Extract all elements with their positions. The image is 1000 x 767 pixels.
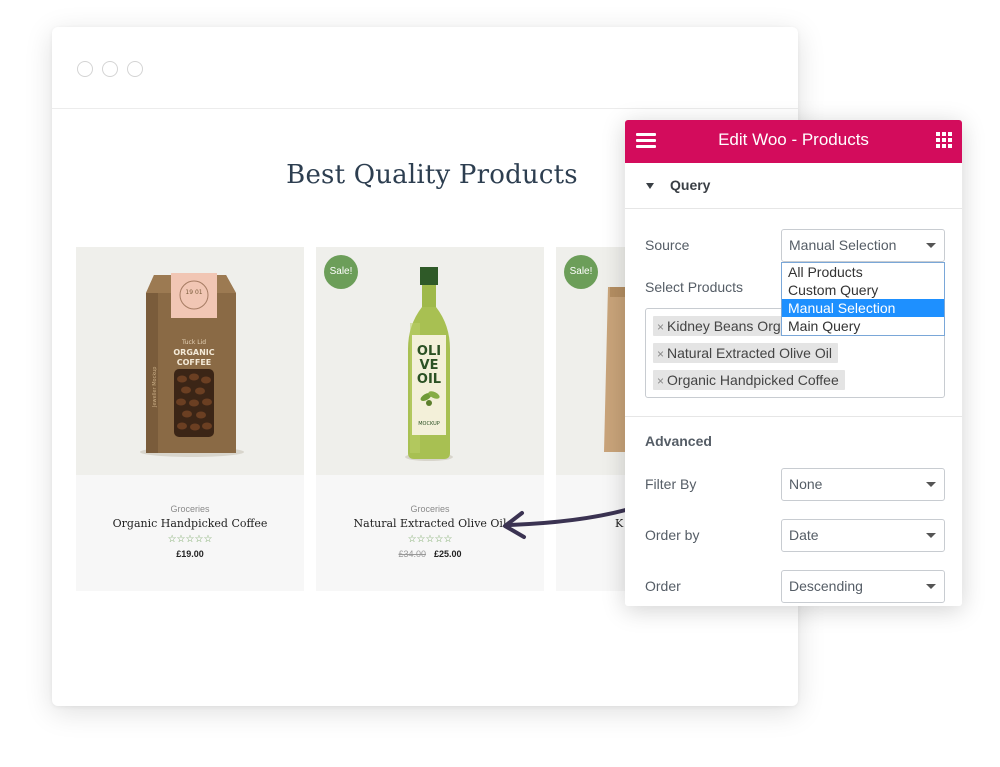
caret-down-icon xyxy=(646,183,654,189)
window-control-dot[interactable] xyxy=(102,61,118,77)
svg-text:Tuck Lid: Tuck Lid xyxy=(181,339,206,346)
product-price: £19.00 xyxy=(176,549,204,559)
panel-header: Edit Woo - Products xyxy=(625,120,962,163)
filter-by-label: Filter By xyxy=(645,476,697,492)
svg-text:OLI: OLI xyxy=(417,344,441,359)
sale-badge: Sale! xyxy=(324,255,358,289)
browser-toolbar xyxy=(52,27,798,109)
query-section-toggle[interactable]: Query xyxy=(625,163,962,209)
product-card[interactable]: OLI VE OIL MOCKUP Sale! Groceries Natura… xyxy=(316,247,544,591)
dropdown-option-selected[interactable]: Manual Selection xyxy=(782,299,944,317)
coffee-badge-text: 19 01 xyxy=(185,289,202,296)
product-price: £34.00 £25.00 xyxy=(398,549,462,559)
order-by-label: Order by xyxy=(645,527,700,543)
product-category[interactable]: Groceries xyxy=(316,504,544,514)
divider xyxy=(625,416,962,417)
dropdown-option[interactable]: Main Query xyxy=(782,317,944,335)
order-select[interactable]: Descending xyxy=(781,570,945,603)
dropdown-arrow-icon xyxy=(926,243,936,248)
dropdown-arrow-icon xyxy=(926,584,936,589)
svg-text:MOCKUP: MOCKUP xyxy=(418,421,440,427)
selected-product-tag[interactable]: × Organic Handpicked Coffee xyxy=(653,370,845,390)
star-rating: ☆☆☆☆☆ xyxy=(167,534,213,545)
dropdown-arrow-icon xyxy=(926,533,936,538)
remove-tag-icon[interactable]: × xyxy=(657,347,664,361)
product-name[interactable]: Natural Extracted Olive Oil xyxy=(316,517,544,530)
product-name[interactable]: Organic Handpicked Coffee xyxy=(76,517,304,530)
star-rating: ☆☆☆☆☆ xyxy=(407,534,453,545)
svg-text:VE: VE xyxy=(420,358,439,373)
svg-text:OIL: OIL xyxy=(417,372,441,387)
panel-title: Edit Woo - Products xyxy=(718,130,869,149)
remove-tag-icon[interactable]: × xyxy=(657,374,664,388)
advanced-heading: Advanced xyxy=(645,433,712,449)
selected-product-tag[interactable]: × Natural Extracted Olive Oil xyxy=(653,343,838,363)
select-products-label: Select Products xyxy=(645,279,744,295)
coffee-bag-image: 19 01 Tuck Lid ORGANIC COFFEE Jeweller M… xyxy=(140,273,244,457)
product-image[interactable]: 19 01 Tuck Lid ORGANIC COFFEE Jeweller M… xyxy=(76,247,304,475)
dropdown-option[interactable]: Custom Query xyxy=(782,281,944,299)
section-label: Query xyxy=(670,177,711,193)
source-dropdown-list[interactable]: All Products Custom Query Manual Selecti… xyxy=(781,262,945,336)
edit-products-panel: Edit Woo - Products Query Source Manual … xyxy=(625,120,962,606)
svg-text:COFFEE: COFFEE xyxy=(177,358,212,367)
window-control-dot[interactable] xyxy=(77,61,93,77)
product-category[interactable]: Groceries xyxy=(76,504,304,514)
dropdown-option[interactable]: All Products xyxy=(782,263,944,281)
order-label: Order xyxy=(645,578,681,594)
dropdown-arrow-icon xyxy=(926,482,936,487)
svg-text:ORGANIC: ORGANIC xyxy=(173,348,214,357)
old-price: £34.00 xyxy=(398,549,426,559)
filter-by-select[interactable]: None xyxy=(781,468,945,501)
sale-badge: Sale! xyxy=(564,255,598,289)
source-select[interactable]: Manual Selection xyxy=(781,229,945,262)
remove-tag-icon[interactable]: × xyxy=(657,320,664,334)
product-card[interactable]: Sale! K xyxy=(556,247,626,591)
window-control-dot[interactable] xyxy=(127,61,143,77)
order-by-select[interactable]: Date xyxy=(781,519,945,552)
apps-grid-icon[interactable] xyxy=(936,132,952,148)
source-label: Source xyxy=(645,237,690,253)
product-card[interactable]: 19 01 Tuck Lid ORGANIC COFFEE Jeweller M… xyxy=(76,247,304,591)
svg-text:Jeweller Mockup: Jeweller Mockup xyxy=(152,367,158,408)
